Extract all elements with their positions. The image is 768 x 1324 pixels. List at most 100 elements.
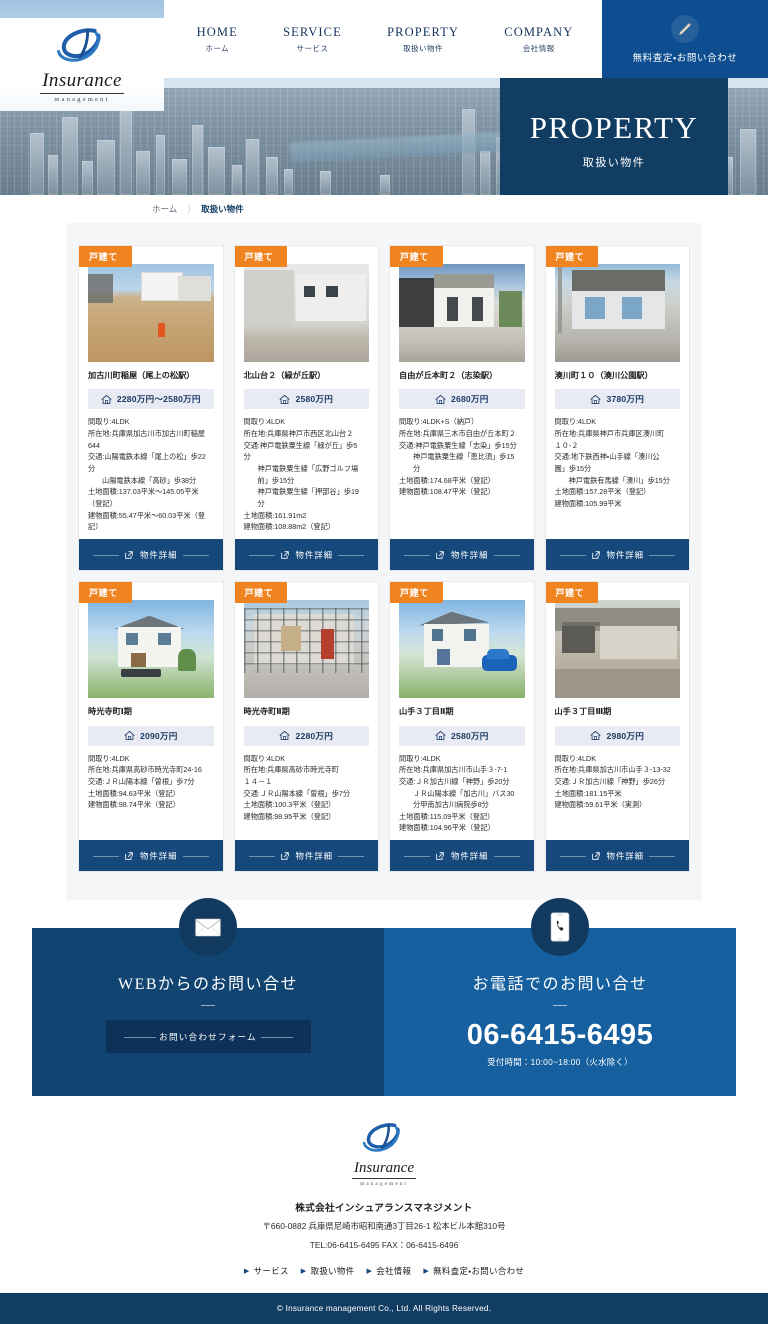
property-spec-item: 所在地:兵庫県高砂市時光寺町 １４－１ bbox=[243, 765, 339, 786]
footer-link-label: 取扱い物件 bbox=[310, 1265, 355, 1276]
breadcrumb-home-link[interactable]: ホーム bbox=[152, 203, 177, 215]
property-detail-button-label: 物件詳細 bbox=[451, 549, 489, 560]
property-spec-list: 間取り:4LDK 所在地:兵庫県加古川市山手３-7-1 交通:ＪＲ加古川線「神野」歩… bbox=[399, 753, 525, 835]
nav-item-property[interactable]: PROPERTY 取扱い物件 bbox=[381, 21, 465, 58]
breadcrumb-separator-icon: ⟩ bbox=[187, 203, 192, 215]
property-type-tag: 戸建て bbox=[390, 582, 443, 604]
property-spec-item: 建物面積:108.47平米（登記） bbox=[399, 487, 495, 497]
property-spec-item: 間取り:4LDK+S（納戸） bbox=[399, 417, 479, 427]
property-spec-item: 所在地:兵庫県高砂市時光寺町24-16 bbox=[88, 765, 202, 775]
property-detail-button[interactable]: 物件詳細 bbox=[545, 539, 689, 571]
property-card[interactable]: 戸建て 山手３丁目Ⅲ期 2980万円 間取り:4LDK 所在地:兵庫県加古川市山手３-1… bbox=[544, 581, 690, 873]
contact-row: WEBからのお問い合せ お問い合わせフォーム お電話でのお問い合せ 06-641… bbox=[32, 898, 736, 1096]
property-card-body: 自由が丘本町２（志染駅） 2680万円 間取り:4LDK+S（納戸） 所在地:兵庫県三… bbox=[390, 362, 534, 539]
property-title: 時光寺町Ⅰ期 bbox=[88, 707, 132, 717]
footer-company-name: 株式会社インシュアランスマネジメント bbox=[295, 1202, 473, 1214]
property-spec-item: 間取り:4LDK bbox=[554, 753, 597, 763]
logo-tagline: management bbox=[54, 95, 110, 103]
property-spec-item: 交通:ＪＲ山陽本線「曽根」歩7分 bbox=[243, 788, 351, 798]
property-title: 北山台２（緑が丘駅） bbox=[243, 371, 326, 380]
property-type-tag: 戸建て bbox=[390, 246, 443, 267]
nav-item-home[interactable]: HOME ホーム bbox=[191, 21, 244, 58]
contact-section: WEBからのお問い合せ お問い合わせフォーム お電話でのお問い合せ 06-641… bbox=[0, 898, 768, 1096]
nav-item-label-jp: 取扱い物件 bbox=[403, 43, 444, 53]
property-spec-item: 建物面積:98.95平米（登記） bbox=[243, 811, 336, 821]
property-card-body: 時光寺町Ⅱ期 2280万円間取り:4LDK 所在地:兵庫県高砂市時光寺町 １４－１ 交… bbox=[235, 698, 379, 840]
free-assessment-contact-button[interactable]: 無料査定・お問い合わせ bbox=[602, 0, 768, 78]
property-card-body: 時光寺町Ⅰ期 2090万円 間取り:4LDK 所在地:兵庫県高砂市時光寺町24-16 交… bbox=[79, 698, 223, 840]
house-icon bbox=[279, 394, 290, 405]
modern-house-photo bbox=[399, 264, 525, 362]
property-card-body: 山手３丁目Ⅱ期 2580万円 間取り:4LDK 所在地:兵庫県加古川市山手３-7-1 交… bbox=[390, 698, 534, 840]
property-detail-button[interactable]: 物件詳細 bbox=[234, 539, 378, 571]
arrow-right-icon: ▶ bbox=[423, 1267, 430, 1275]
external-link-icon bbox=[280, 851, 289, 860]
property-spec-item: 神戸電鉄粟生線「押部谷」歩19 分 bbox=[257, 487, 359, 509]
property-card[interactable]: 戸建て 北山台２（緑が丘駅） 2580万円 間取り:4LDK 所在地:兵庫県神戸市西区北… bbox=[233, 245, 379, 572]
property-card[interactable]: 戸建て山手３丁目Ⅱ期 2580万円 間取り:4LDK 所在地:兵庫県加古川市山手３-7… bbox=[389, 581, 535, 873]
footer-logo-tagline: management bbox=[359, 1180, 409, 1187]
property-spec-list: 間取り:4LDK 所在地:兵庫県加古川市加古川町稲屋 644 交通:山陽電鉄本線「尾… bbox=[88, 416, 214, 533]
property-spec-item: 神戸電鉄粟生線「恵比須」歩15 分 bbox=[413, 452, 515, 474]
property-detail-button[interactable]: 物件詳細 bbox=[79, 539, 223, 571]
property-spec-item: 土地面積:174.68平米（登記） bbox=[399, 475, 495, 485]
property-spec-item: 交通:山陽電鉄本線「尾上の松」歩22 分 bbox=[88, 452, 206, 474]
property-card[interactable]: 戸建て 湊川町１０（湊川公園駅） 3780万円 間取り:4LDK 所在地:兵庫県神戸市兵… bbox=[544, 245, 690, 572]
heading-divider bbox=[553, 1005, 567, 1007]
contact-business-hours: 受付時間：10:00~18:00（火水除く） bbox=[487, 1056, 633, 1067]
property-card[interactable]: 戸建て自由が丘本町２（志染駅） 2680万円 間取り:4LDK+S（納戸） 所在地:兵… bbox=[389, 245, 535, 572]
page-body: 戸建て 加古川町稲屋（尾上の松駅） 2280万円～2580万円 間取り:4LDK 所在地… bbox=[0, 223, 768, 905]
construction-photo bbox=[243, 600, 369, 699]
property-card[interactable]: 戸建て時光寺町Ⅱ期 2280万円間取り:4LDK 所在地:兵庫県高砂市時光寺町 １４… bbox=[233, 581, 379, 873]
property-title: 時光寺町Ⅱ期 bbox=[243, 707, 290, 717]
property-spec-item: 土地面積:94.63平米（登記） bbox=[88, 788, 180, 798]
property-spec-item: 交通:神戸電鉄粟生線「緑が丘」歩5 分 bbox=[243, 440, 358, 462]
property-price-badge: 2580万円 bbox=[243, 389, 369, 410]
contact-form-button[interactable]: お問い合わせフォーム bbox=[105, 1020, 311, 1054]
nav-item-service[interactable]: SERVICE サービス bbox=[277, 21, 348, 58]
nav-item-label-en: SERVICE bbox=[283, 24, 342, 39]
site-logo[interactable]: Insurance management bbox=[0, 18, 164, 111]
property-detail-button[interactable]: 物件詳細 bbox=[390, 539, 534, 571]
property-spec-item: 交通:地下鉄西神・山手線「湊川公 園」歩15分 bbox=[554, 452, 660, 474]
property-card[interactable]: 戸建て 時光寺町Ⅰ期 2090万円 間取り:4LDK 所在地:兵庫県高砂市時光寺町24-… bbox=[78, 581, 224, 873]
house-icon bbox=[124, 730, 135, 741]
footer-address-line2: TEL:06-6415-6495 FAX：06-6415-6496 bbox=[309, 1239, 459, 1250]
property-price-badge: 2580万円 bbox=[399, 725, 525, 746]
property-price-value: 2280万円 bbox=[295, 730, 333, 741]
property-price-value: 2090万円 bbox=[139, 730, 178, 741]
footer-link-label: サービス bbox=[253, 1265, 289, 1276]
property-spec-item: 山陽電鉄本線「高砂」歩38分 bbox=[102, 475, 197, 485]
contact-phone-number[interactable]: 06-6415-6495 bbox=[467, 1020, 654, 1051]
house-icon bbox=[590, 730, 601, 741]
nav-item-label-en: PROPERTY bbox=[387, 24, 460, 39]
property-spec-list: 間取り:4LDK 所在地:兵庫県高砂市時光寺町 １４－１ 交通:ＪＲ山陽本線「曽根」… bbox=[244, 753, 370, 823]
property-spec-item: 土地面積:100.3平米（登記） bbox=[243, 800, 336, 810]
property-type-tag: 戸建て bbox=[234, 582, 288, 604]
footer-link[interactable]: ▶ 無料査定・お問い合わせ bbox=[423, 1265, 524, 1277]
property-spec-item: 交通:ＪＲ加古川線「神野」歩26分 bbox=[554, 776, 666, 786]
property-detail-button[interactable]: 物件詳細 bbox=[545, 840, 689, 872]
property-detail-button[interactable]: 物件詳細 bbox=[234, 840, 378, 872]
nav-item-label-jp: 会社情報 bbox=[522, 43, 555, 53]
property-spec-item: 所在地:兵庫県加古川市加古川町稲屋 644 bbox=[88, 429, 205, 450]
property-card[interactable]: 戸建て 加古川町稲屋（尾上の松駅） 2280万円～2580万円 間取り:4LDK 所在地… bbox=[78, 245, 224, 572]
property-spec-item: 建物面積:98.74平米（登記） bbox=[88, 800, 180, 810]
footer-link[interactable]: ▶ 取扱い物件 bbox=[301, 1265, 355, 1277]
footer-link[interactable]: ▶ 会社情報 bbox=[366, 1265, 411, 1277]
property-spec-item: 建物面積:105.99平米 bbox=[554, 499, 622, 509]
arrow-right-icon: ▶ bbox=[300, 1267, 307, 1275]
property-spec-item: 間取り:4LDK bbox=[554, 417, 597, 427]
nav-item-company[interactable]: COMPANY 会社情報 bbox=[498, 21, 579, 58]
footer-navigation: ▶ サービス ▶ 取扱い物件 ▶ 会社情報 ▶ 無料査定・お問い合わせ bbox=[0, 1265, 768, 1277]
contact-web-heading: WEBからのお問い合せ bbox=[117, 976, 299, 994]
property-spec-item: 建物面積:55.47平米～60.03平米（登 記） bbox=[88, 510, 206, 532]
pen-icon bbox=[671, 14, 699, 43]
property-detail-button[interactable]: 物件詳細 bbox=[390, 840, 534, 872]
property-price-badge: 3780万円 bbox=[554, 389, 680, 410]
copyright-bar: © Insurance management Co., Ltd. All Rig… bbox=[0, 1292, 768, 1324]
property-detail-button[interactable]: 物件詳細 bbox=[79, 840, 223, 872]
property-detail-button-label: 物件詳細 bbox=[295, 549, 333, 560]
footer-link[interactable]: ▶ サービス bbox=[244, 1265, 289, 1277]
property-type-tag: 戸建て bbox=[234, 246, 288, 267]
